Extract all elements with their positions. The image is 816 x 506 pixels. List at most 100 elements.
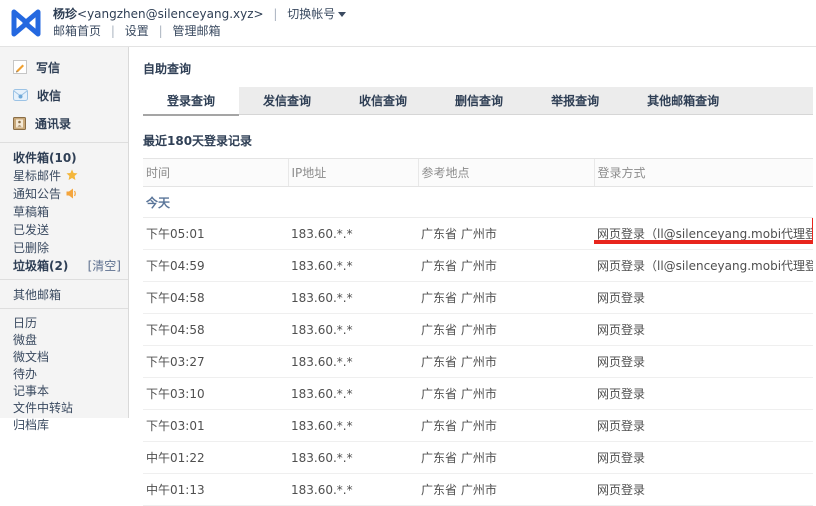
table-row: 下午03:27 183.60.*.* 广东省 广州市 网页登录 [143,346,813,378]
cell-location: 广东省 广州市 [418,314,594,346]
cell-location: 广东省 广州市 [418,218,594,250]
sidebar-item-sent[interactable]: 已发送 [0,220,128,238]
user-line: 杨珍<yangzhen@silenceyang.xyz> | 切换帐号 [53,6,346,23]
tab-delete-query[interactable]: 删信查询 [431,87,527,114]
cell-method: 网页登录（ll@silenceyang.mobi代理登录） [594,250,813,282]
cell-ip: 183.60.*.* [288,378,418,410]
settings-link[interactable]: 设置 [125,24,149,38]
sidebar-item-file-transfer[interactable]: 文件中转站 [0,399,128,416]
table-row: 中午01:22 183.60.*.* 广东省 广州市 网页登录 [143,442,813,474]
separator: | [159,24,163,38]
column-method: 登录方式 [594,159,813,187]
sidebar-item-docs[interactable]: 微文档 [0,348,128,365]
sidebar-item-compose[interactable]: 写信 [0,53,128,81]
user-block: 杨珍<yangzhen@silenceyang.xyz> | 切换帐号 邮箱首页… [53,6,346,40]
tab-other-mailbox-query[interactable]: 其他邮箱查询 [623,87,743,114]
sidebar-item-label: 归档库 [13,416,49,433]
cell-time: 中午01:22 [143,442,288,474]
sidebar-item-label: 其他邮箱 [13,286,61,303]
sidebar-item-label: 日历 [13,314,37,331]
sidebar-item-label: 收件箱(10) [13,149,77,166]
tab-login-query[interactable]: 登录查询 [143,87,239,114]
cell-time: 下午04:59 [143,250,288,282]
empty-spam-button[interactable]: [清空] [88,257,121,274]
cell-time: 下午04:58 [143,314,288,346]
sidebar-item-label: 星标邮件 [13,167,61,184]
separator: | [111,24,115,38]
sidebar-item-receive[interactable]: 收信 [0,81,128,109]
cell-ip: 183.60.*.* [288,218,418,250]
user-name: 杨珍 [53,7,77,21]
tab-receive-query[interactable]: 收信查询 [335,87,431,114]
mail-home-link[interactable]: 邮箱首页 [53,24,101,38]
cell-location: 广东省 广州市 [418,474,594,506]
method-text: 网页登录（ll@silenceyang.mobi代理登录） [597,227,813,241]
table-row: 中午01:13 183.60.*.* 广东省 广州市 网页登录 [143,474,813,506]
sidebar-item-deleted[interactable]: 已删除 [0,238,128,256]
cell-location: 广东省 广州市 [418,442,594,474]
sidebar-item-label: 写信 [36,59,60,76]
sidebar-item-announcements[interactable]: 通知公告 [0,184,128,202]
sidebar-item-todo[interactable]: 待办 [0,365,128,382]
sidebar-item-label: 微盘 [13,331,37,348]
sidebar-item-other-mailbox[interactable]: 其他邮箱 [0,285,128,303]
app-header: 杨珍<yangzhen@silenceyang.xyz> | 切换帐号 邮箱首页… [0,0,816,47]
app-logo[interactable] [9,7,43,39]
query-tabs: 登录查询 发信查询 收信查询 删信查询 举报查询 其他邮箱查询 [143,87,813,115]
cell-time: 下午03:27 [143,346,288,378]
cell-time: 下午04:58 [143,282,288,314]
cell-method: 网页登录（ll@silenceyang.mobi代理登录） [594,218,813,250]
sidebar-item-archive[interactable]: 归档库 [0,416,128,433]
sidebar: 写信 收信 通讯录 收件箱(10) 星标邮件 通知公告 [0,47,129,418]
sidebar-item-label: 收信 [37,87,61,104]
cell-location: 广东省 广州市 [418,282,594,314]
cell-ip: 183.60.*.* [288,250,418,282]
cell-time: 中午01:13 [143,474,288,506]
page-title: 自助查询 [143,60,816,77]
sidebar-item-drive[interactable]: 微盘 [0,331,128,348]
cell-method: 网页登录 [594,314,813,346]
sidebar-item-label: 已删除 [13,239,49,256]
login-records-table: 时间 IP地址 参考地点 登录方式 今天 下午05:01 183.60.*.* … [143,158,813,506]
switch-account-label: 切换帐号 [287,7,335,21]
column-ip: IP地址 [288,159,418,187]
cell-method: 网页登录 [594,442,813,474]
divider [0,142,128,143]
manage-mail-link[interactable]: 管理邮箱 [172,24,220,38]
tab-report-query[interactable]: 举报查询 [527,87,623,114]
user-email: <yangzhen@silenceyang.xyz> [77,7,264,21]
cell-method: 网页登录 [594,346,813,378]
sidebar-item-inbox[interactable]: 收件箱(10) [0,148,128,166]
speaker-icon [66,188,78,199]
sidebar-item-calendar[interactable]: 日历 [0,314,128,331]
sidebar-item-label: 记事本 [13,382,49,399]
switch-account-link[interactable]: 切换帐号 [287,7,346,21]
sidebar-item-label: 微文档 [13,348,49,365]
star-icon [66,169,78,181]
sidebar-item-label: 已发送 [13,221,49,238]
table-row: 下午04:58 183.60.*.* 广东省 广州市 网页登录 [143,282,813,314]
cell-location: 广东省 广州市 [418,346,594,378]
sidebar-item-drafts[interactable]: 草稿箱 [0,202,128,220]
sidebar-item-label: 待办 [13,365,37,382]
table-row: 下午04:58 183.60.*.* 广东省 广州市 网页登录 [143,314,813,346]
envelope-icon [13,89,28,101]
group-row: 今天 [143,187,813,218]
cell-ip: 183.60.*.* [288,314,418,346]
table-header-row: 时间 IP地址 参考地点 登录方式 [143,159,813,187]
sidebar-item-spam[interactable]: 垃圾箱(2) [清空] [0,256,128,274]
table-row: 下午03:10 183.60.*.* 广东省 广州市 网页登录 [143,378,813,410]
sidebar-item-label: 文件中转站 [13,399,73,416]
tab-send-query[interactable]: 发信查询 [239,87,335,114]
chevron-down-icon [338,12,346,17]
cell-time: 下午05:01 [143,218,288,250]
sidebar-item-contacts[interactable]: 通讯录 [0,109,128,137]
sidebar-item-label: 通知公告 [13,185,61,202]
header-nav: 邮箱首页 | 设置 | 管理邮箱 [53,23,346,40]
cell-method: 网页登录 [594,378,813,410]
column-time: 时间 [143,159,288,187]
cell-ip: 183.60.*.* [288,346,418,378]
group-label: 今天 [143,187,813,218]
sidebar-item-starred[interactable]: 星标邮件 [0,166,128,184]
sidebar-item-notes[interactable]: 记事本 [0,382,128,399]
